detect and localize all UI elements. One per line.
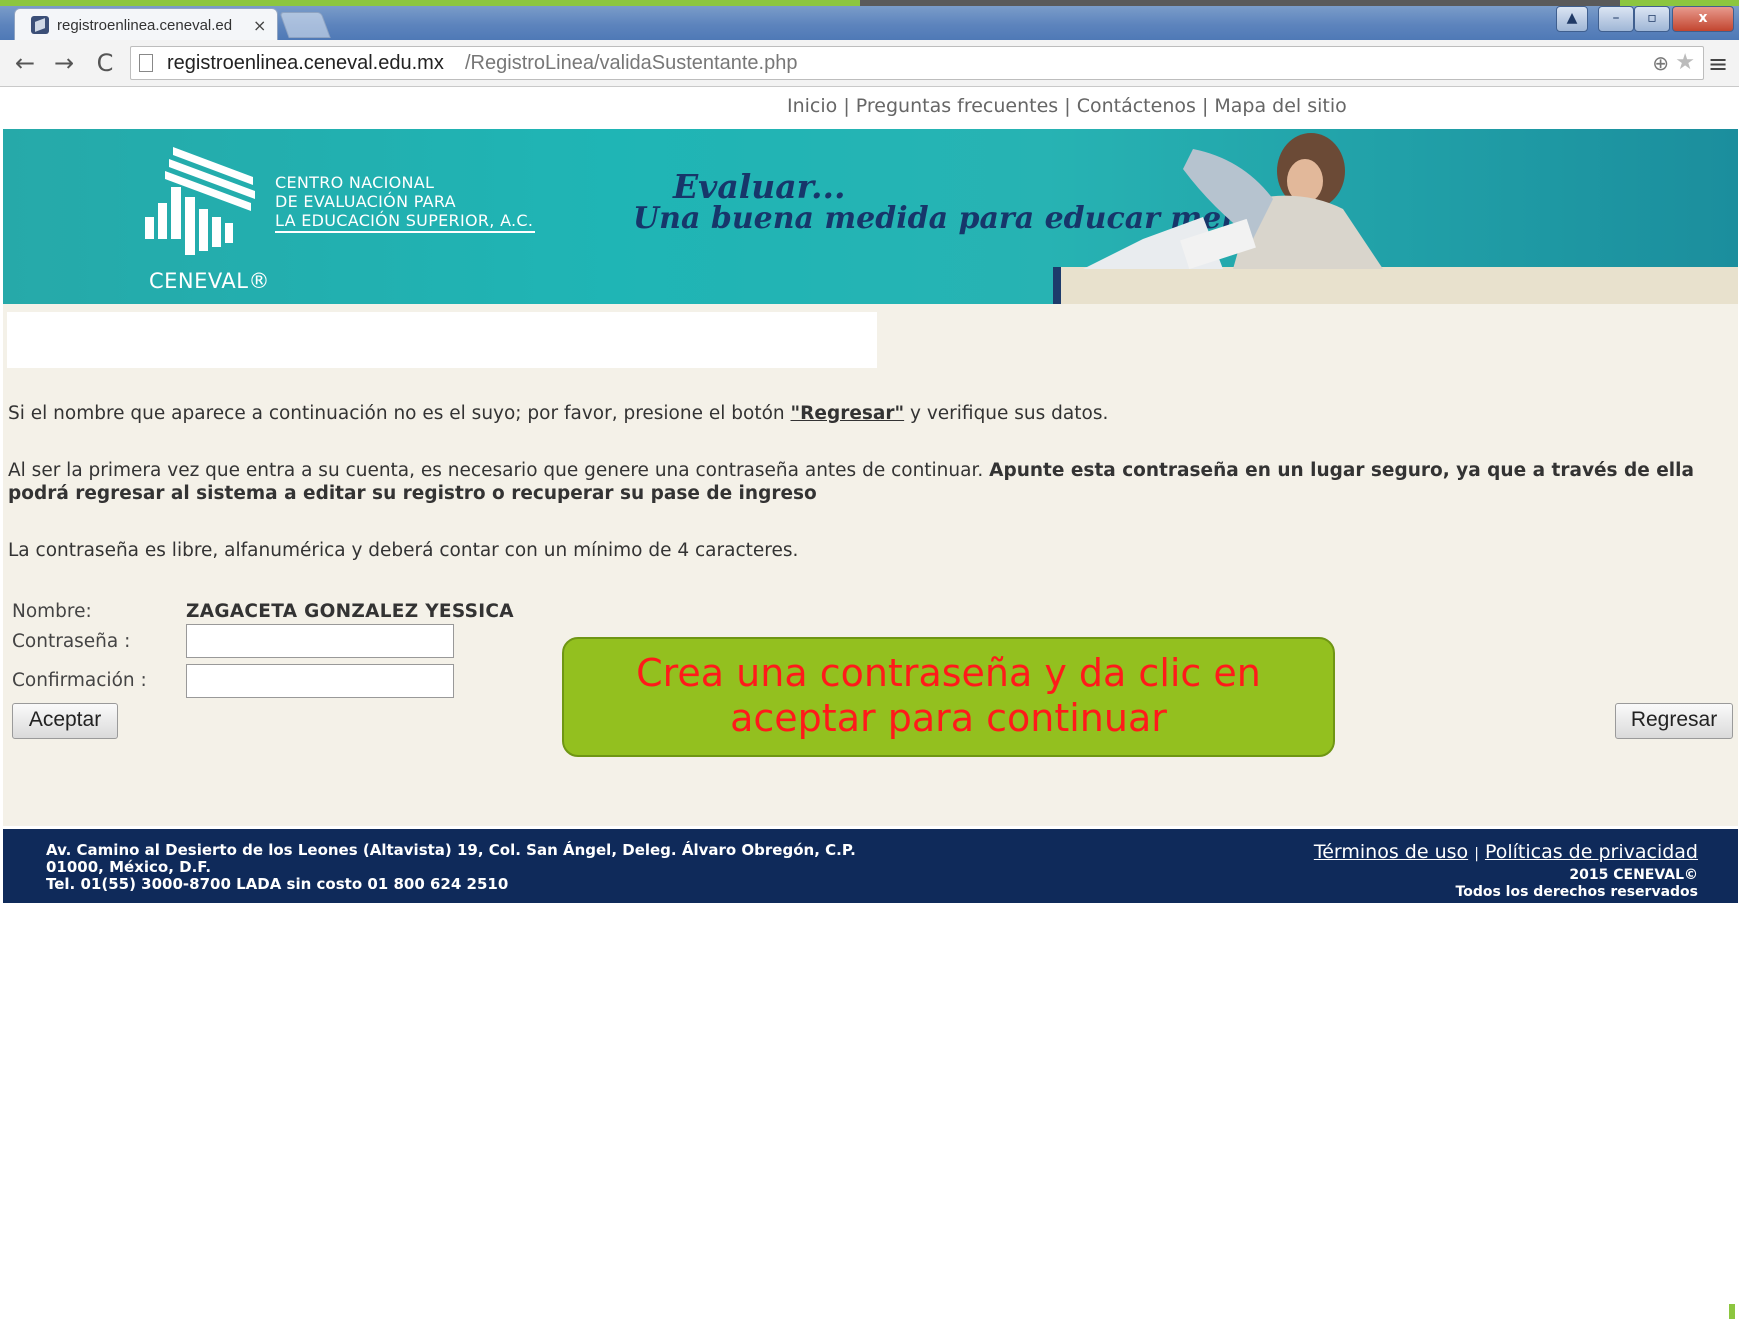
bookmark-star-icon[interactable]: ★: [1675, 50, 1695, 75]
org-name-line: LA EDUCACIÓN SUPERIOR, A.C.: [275, 211, 534, 230]
confirm-password-field[interactable]: [186, 664, 454, 698]
nav-link-mapa[interactable]: Mapa del sitio: [1214, 95, 1346, 117]
footer-links: Términos de uso | Políticas de privacida…: [1314, 841, 1698, 863]
password-rules: La contraseña es libre, alfanumérica y d…: [8, 540, 799, 561]
instruction-verify-name: Si el nombre que aparece a continuación …: [8, 403, 1109, 424]
banner-accent-bar: [1053, 267, 1061, 304]
nav-separator: |: [1064, 95, 1071, 117]
browser-menu-icon[interactable]: ≡: [1708, 50, 1728, 78]
favicon-icon: [31, 16, 49, 34]
aceptar-button[interactable]: Aceptar: [12, 703, 118, 739]
terms-link[interactable]: Términos de uso: [1314, 841, 1468, 863]
logo-underline: [275, 231, 535, 233]
footer-link-separator: |: [1474, 846, 1479, 862]
main-content: Si el nombre que aparece a continuación …: [3, 304, 1738, 826]
org-name-line: DE EVALUACIÓN PARA: [275, 192, 456, 211]
ceneval-logo-icon: [145, 147, 255, 255]
nombre-value: ZAGACETA GONZALEZ YESSICA: [186, 601, 514, 622]
nav-link-preguntas[interactable]: Preguntas frecuentes: [856, 95, 1058, 117]
banner-beige-strip: [1053, 267, 1738, 304]
top-navigation: Inicio | Preguntas frecuentes | Contácte…: [787, 95, 1347, 117]
nombre-label: Nombre:: [12, 601, 92, 622]
back-arrow-icon[interactable]: ←: [10, 48, 40, 78]
page-icon: [139, 54, 153, 72]
ceneval-wordmark: CENEVAL®: [149, 269, 270, 293]
forward-arrow-icon[interactable]: →: [49, 48, 79, 78]
tab-close-icon[interactable]: ×: [253, 16, 266, 35]
nav-link-contactenos[interactable]: Contáctenos: [1077, 95, 1196, 117]
regresar-button[interactable]: Regresar: [1615, 703, 1733, 739]
browser-tab[interactable]: registroenlinea.ceneval.ed ×: [14, 8, 278, 41]
url-host: registroenlinea.ceneval.edu.mx: [167, 52, 444, 74]
footer-address: Av. Camino al Desierto de los Leones (Al…: [46, 841, 856, 893]
confirm-label: Confirmación :: [12, 670, 147, 691]
url-path: /RegistroLinea/validaSustentante.php: [465, 52, 798, 74]
org-name-line: CENTRO NACIONAL: [275, 173, 435, 192]
nav-link-inicio[interactable]: Inicio: [787, 95, 837, 117]
zoom-icon[interactable]: ⊕: [1652, 51, 1669, 75]
window-titlebar: registroenlinea.ceneval.ed × ▲ – ▫ x: [0, 0, 1739, 41]
callout-line: aceptar para continuar: [730, 696, 1167, 740]
nav-separator: |: [1201, 95, 1209, 117]
password-label: Contraseña :: [12, 631, 131, 652]
browser-toolbar: ← → C registroenlinea.ceneval.edu.mx /Re…: [0, 40, 1739, 87]
web-page: Inicio | Preguntas frecuentes | Contácte…: [3, 87, 1738, 1319]
close-window-button[interactable]: x: [1672, 6, 1734, 32]
regresar-inline-link[interactable]: "Regresar": [791, 403, 905, 424]
footer-copyright: 2015 CENEVAL© Todos los derechos reserva…: [1455, 867, 1698, 900]
page-footer: Av. Camino al Desierto de los Leones (Al…: [3, 829, 1738, 903]
tab-title: registroenlinea.ceneval.ed: [57, 16, 233, 34]
reload-icon[interactable]: C: [90, 48, 120, 78]
empty-message-box: [7, 312, 877, 368]
maximize-button[interactable]: ▫: [1634, 6, 1670, 32]
callout-line: Crea una contraseña y da clic en: [636, 651, 1261, 695]
address-bar[interactable]: registroenlinea.ceneval.edu.mx /Registro…: [130, 46, 1704, 80]
header-banner: CENTRO NACIONAL DE EVALUACIÓN PARA LA ED…: [3, 129, 1738, 304]
new-tab-button[interactable]: [279, 12, 331, 38]
slide-corner-mark: [1729, 1304, 1735, 1319]
user-profile-icon[interactable]: ▲: [1556, 6, 1588, 32]
password-field[interactable]: [186, 624, 454, 658]
org-name: CENTRO NACIONAL DE EVALUACIÓN PARA LA ED…: [275, 173, 533, 230]
instruction-create-password: Al ser la primera vez que entra a su cue…: [8, 460, 1694, 504]
nav-separator: |: [843, 95, 850, 117]
minimize-button[interactable]: –: [1598, 6, 1634, 32]
instruction-callout: Crea una contraseña y da clic en aceptar…: [562, 637, 1335, 757]
privacy-link[interactable]: Políticas de privacidad: [1485, 841, 1698, 863]
student-photo: [1083, 133, 1383, 269]
